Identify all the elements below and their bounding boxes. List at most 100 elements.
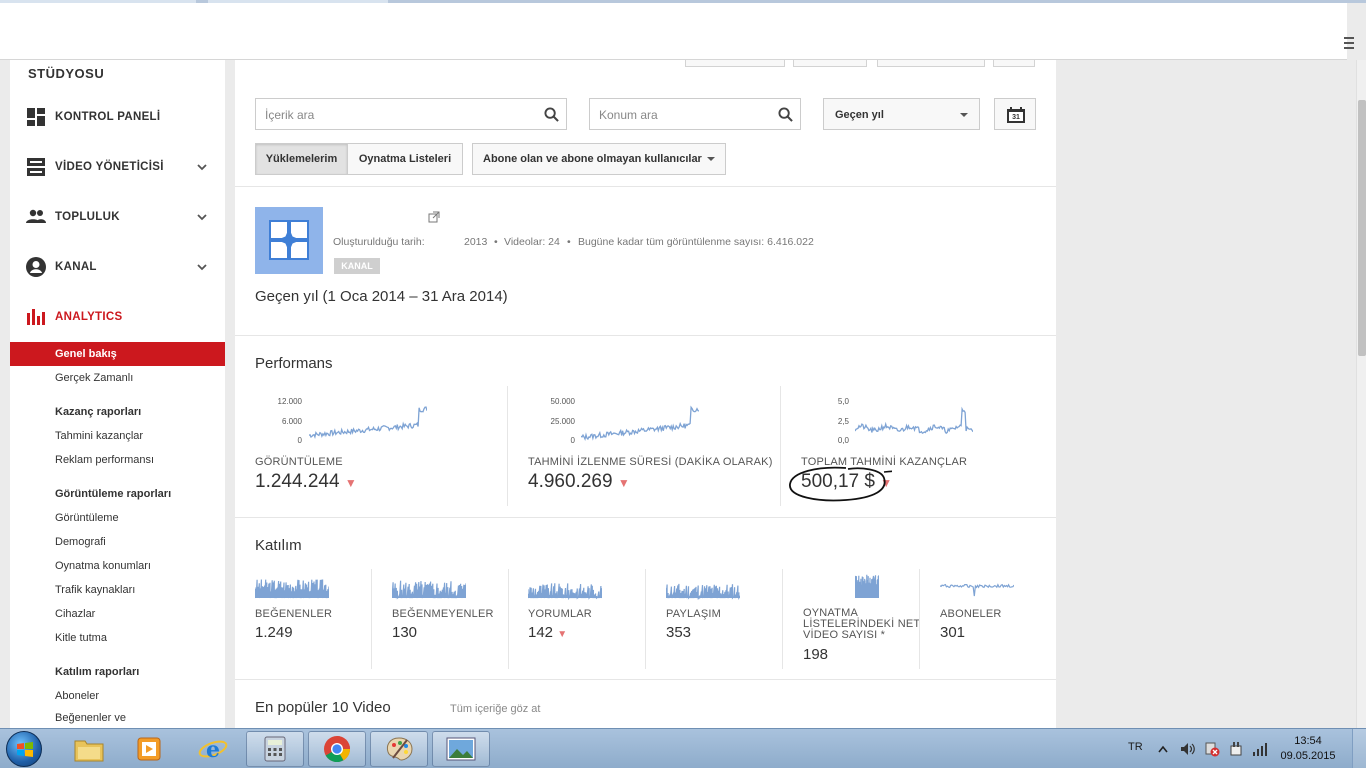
power-plug-icon[interactable] <box>1228 741 1244 757</box>
taskbar-photo-viewer[interactable] <box>432 731 490 767</box>
earnings-sparkline[interactable] <box>855 400 973 444</box>
bar-chart-icon <box>26 307 46 327</box>
taskbar-chrome[interactable] <box>308 731 366 767</box>
metric-value-playlist-videos: 198 <box>803 646 829 663</box>
nav-label: TOPLULUK <box>55 211 120 223</box>
sidebar-item-ad-performance[interactable]: Reklam performansı <box>55 454 154 466</box>
sidebar-item-likes-dislikes[interactable]: Beğenenler ve <box>55 712 126 724</box>
bullet: • <box>567 236 571 248</box>
calculator-icon <box>264 736 286 762</box>
start-button[interactable] <box>6 731 42 767</box>
signal-bars-icon[interactable] <box>1252 741 1268 757</box>
sidebar-item-overview[interactable]: Genel bakış <box>10 342 225 366</box>
browse-all-content-link[interactable]: Tüm içeriğe göz at <box>450 703 540 715</box>
sidebar-item-label: Genel bakış <box>55 348 117 360</box>
menu-icon[interactable] <box>1344 36 1356 50</box>
volume-icon[interactable] <box>1180 742 1196 756</box>
header-button[interactable] <box>993 60 1035 67</box>
language-indicator[interactable]: TR <box>1128 741 1143 753</box>
header-button[interactable] <box>685 60 785 67</box>
period-label: Geçen yıl (1 Oca 2014 – 31 Ara 2014) <box>255 288 508 305</box>
subscriber-filter-value: Abone olan ve abone olmayan kullanıcılar <box>483 153 702 165</box>
search-icon[interactable] <box>544 107 559 122</box>
header-button[interactable] <box>877 60 985 67</box>
clock-time: 13:54 <box>1294 735 1322 747</box>
shares-sparkline[interactable] <box>666 572 740 600</box>
metric-number: 142 <box>528 624 554 641</box>
sidebar-item-audience-retention[interactable]: Kitle tutma <box>55 632 107 644</box>
nav-channel[interactable]: KANAL <box>10 252 225 282</box>
comments-sparkline[interactable] <box>528 572 602 600</box>
date-range-select[interactable]: Geçen yıl <box>823 98 980 130</box>
tab-playlists[interactable]: Oynatma Listeleri <box>347 143 463 175</box>
likes-sparkline[interactable] <box>255 572 329 600</box>
nav-label: VİDEO YÖNETİCİSİ <box>55 161 164 173</box>
clock-date: 09.05.2015 <box>1280 750 1336 762</box>
content-search-input[interactable]: İçerik ara <box>255 98 567 130</box>
sidebar-item-demographics[interactable]: Demografi <box>55 536 106 548</box>
chevron-down-icon[interactable] <box>196 161 208 173</box>
taskbar-calculator[interactable] <box>246 731 304 767</box>
sidebar-item-devices[interactable]: Cihazlar <box>55 608 95 620</box>
chrome-icon <box>324 736 351 763</box>
metric-number: 4.960.269 <box>528 471 613 492</box>
taskbar-paint[interactable] <box>370 731 428 767</box>
metric-value-likes: 1.249 <box>255 624 293 641</box>
channel-avatar[interactable] <box>255 207 323 274</box>
dislikes-sparkline[interactable] <box>392 572 466 600</box>
header-button[interactable] <box>793 60 867 67</box>
folder-icon <box>74 740 104 762</box>
chevron-up-icon[interactable] <box>1158 745 1168 753</box>
scrollbar-thumb[interactable] <box>1358 100 1366 356</box>
show-desktop-button[interactable] <box>1352 729 1366 768</box>
trend-down-icon: ▼ <box>557 629 568 640</box>
nav-dashboard[interactable]: KONTROL PANELİ <box>10 102 225 132</box>
network-error-icon[interactable] <box>1204 741 1220 757</box>
axis-tick: 25.000 <box>550 417 575 426</box>
axis-tick: 6.000 <box>281 417 302 426</box>
taskbar-explorer[interactable] <box>60 731 118 767</box>
metric-value-shares: 353 <box>666 624 692 641</box>
chevron-down-icon[interactable] <box>196 261 208 273</box>
divider <box>235 679 1056 680</box>
sidebar-item-playback-locations[interactable]: Oynatma konumları <box>55 560 151 572</box>
sidebar-item-traffic-sources[interactable]: Trafik kaynakları <box>55 584 135 596</box>
chevron-down-icon[interactable] <box>196 211 208 223</box>
nav-label: ANALYTICS <box>55 311 123 323</box>
subscriber-filter-select[interactable]: Abone olan ve abone olmayan kullanıcılar <box>472 143 726 175</box>
bullet: • <box>494 236 498 248</box>
nav-video-manager[interactable]: VİDEO YÖNETİCİSİ <box>10 152 225 182</box>
top-videos-title: En popüler 10 Video <box>255 699 391 716</box>
search-icon[interactable] <box>778 107 793 122</box>
page-scrollbar[interactable] <box>1356 60 1366 728</box>
axis-tick: 5,0 <box>837 397 849 406</box>
sidebar-item-estimated-earnings[interactable]: Tahmini kazançlar <box>55 430 143 442</box>
location-search-input[interactable]: Konum ara <box>589 98 801 130</box>
divider <box>782 569 783 669</box>
axis-tick: 50.000 <box>550 397 575 406</box>
metric-value-watch-time: 4.960.269 ▼ <box>528 471 630 493</box>
views-sparkline[interactable] <box>309 400 427 444</box>
taskbar-internet-explorer[interactable]: e <box>184 731 242 767</box>
tab-my-uploads[interactable]: Yüklemelerim <box>255 143 348 175</box>
nav-analytics[interactable]: ANALYTICS <box>10 302 225 332</box>
sidebar-item-subscribers[interactable]: Aboneler <box>55 690 99 702</box>
taskbar-clock[interactable]: 13:54 09.05.2015 <box>1280 734 1336 764</box>
nav-label: KANAL <box>55 261 97 273</box>
watch-time-sparkline[interactable] <box>581 400 699 444</box>
sidebar-section-engagement: Katılım raporları <box>55 666 140 678</box>
nav-community[interactable]: TOPLULUK <box>10 202 225 232</box>
playlist-videos-sparkline[interactable] <box>855 572 879 600</box>
divider <box>235 517 1056 518</box>
taskbar: e TR 13:54 09.05.2015 <box>0 728 1366 768</box>
external-link-icon[interactable] <box>428 211 440 223</box>
metric-label-playlist-videos: OYNATMA LİSTELERİNDEKİ NET VİDEO SAYISI … <box>803 607 921 641</box>
sidebar-item-views[interactable]: Görüntüleme <box>55 512 119 524</box>
calendar-button[interactable]: 31 <box>994 98 1036 130</box>
metric-label-likes: BEĞENENLER <box>255 608 333 620</box>
sidebar: STÜDYOSU KONTROL PANELİ VİDEO YÖNETİCİSİ… <box>10 60 225 728</box>
taskbar-media-player[interactable] <box>120 731 178 767</box>
sidebar-item-realtime[interactable]: Gerçek Zamanlı <box>55 372 133 384</box>
trend-down-icon: ▼ <box>344 476 357 490</box>
subscribers-sparkline[interactable] <box>940 572 1014 600</box>
